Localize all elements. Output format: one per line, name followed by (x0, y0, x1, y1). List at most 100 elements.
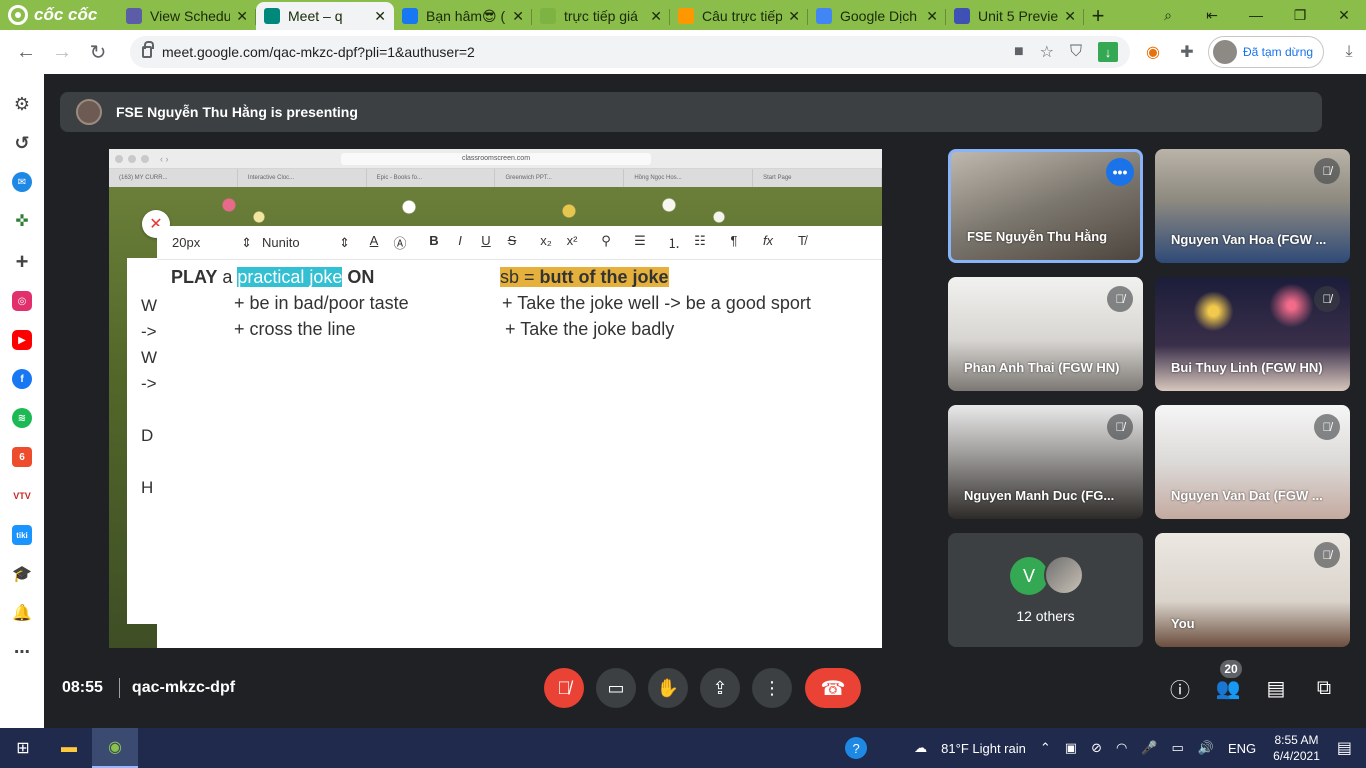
search-tabs-icon[interactable]: ⌕ (1146, 0, 1190, 30)
vtv-go-icon[interactable]: VTV (12, 486, 32, 506)
history-icon[interactable]: ↺ (12, 133, 32, 153)
tab-close-icon[interactable]: ✕ (1064, 8, 1076, 25)
participant-tile[interactable]: You 🎙̸ (1155, 533, 1350, 647)
more-options-dots-icon[interactable]: ••• (1106, 158, 1134, 186)
facebook-icon[interactable]: f (12, 369, 32, 389)
camera-icon[interactable]: ■ (1014, 43, 1024, 61)
notification-bell-icon[interactable]: 🔔 (12, 603, 32, 623)
clock[interactable]: 8:55 AM 6/4/2021 (1273, 732, 1320, 764)
instagram-icon[interactable]: ◎ (12, 291, 32, 311)
others-tile[interactable]: V 12 others (948, 533, 1143, 647)
mic-off-button[interactable]: 🎙̸ (544, 668, 584, 708)
wifi-icon[interactable]: ◠ (1116, 740, 1127, 756)
tab-close-icon[interactable]: ✕ (374, 8, 386, 25)
browser-tab[interactable]: Meet – q ✕ (256, 2, 394, 30)
participant-tile[interactable]: Phan Anh Thai (FGW HN) 🎙̸ (948, 277, 1143, 391)
participant-tile[interactable]: Nguyen Van Hoa (FGW ... 🎙̸ (1155, 149, 1350, 263)
tab-close-icon[interactable]: ✕ (788, 8, 800, 25)
link-icon[interactable]: ⚲ (598, 233, 614, 252)
activities-icon[interactable]: ⧉ (1310, 674, 1338, 702)
browser-tab[interactable]: View Schedu ✕ (118, 2, 256, 30)
mic-tray-icon[interactable]: 🎤 (1141, 740, 1157, 756)
bold-icon[interactable]: B (426, 233, 442, 252)
messenger-icon[interactable]: ✉ (12, 172, 32, 192)
camera-tray-icon[interactable]: ⊘ (1091, 740, 1102, 756)
numbered-list-icon[interactable]: ⒈ (666, 233, 682, 252)
language-indicator[interactable]: ENG (1228, 741, 1256, 756)
font-size-select[interactable]: 20px ⇕ (172, 235, 252, 251)
leave-call-button[interactable]: ☎ (805, 668, 861, 708)
people-icon[interactable]: 👥 (1214, 674, 1242, 702)
bookmark-star-icon[interactable]: ☆ (1040, 42, 1054, 62)
tab-close-icon[interactable]: ✕ (926, 8, 938, 25)
settings-gear-icon[interactable]: ⚙ (12, 94, 32, 114)
spotify-icon[interactable]: ≋ (12, 408, 32, 428)
more-options-icon[interactable]: ⋯ (12, 642, 32, 662)
tiki-icon[interactable]: tiki (12, 525, 32, 545)
shield-icon[interactable]: ⛉ (1070, 43, 1082, 61)
show-hidden-icons[interactable]: ⌃ (1040, 740, 1051, 756)
strikethrough-icon[interactable]: S (504, 233, 520, 252)
file-explorer-icon[interactable]: ▬ (46, 728, 92, 768)
meet-tray-icon[interactable]: ▣ (1065, 740, 1077, 756)
participant-tile[interactable]: Bui Thuy Linh (FGW HN) 🎙̸ (1155, 277, 1350, 391)
extensions-puzzle-icon[interactable]: ✚ (1176, 41, 1198, 63)
notifications-icon[interactable]: ▤ (1337, 738, 1352, 758)
download-extension-icon[interactable]: ↓ (1098, 42, 1118, 62)
reload-button[interactable]: ↻ (80, 34, 116, 70)
clear-format-icon[interactable]: T̸ (794, 233, 810, 252)
highlight-color-icon[interactable]: Ⓐ (392, 233, 408, 252)
tab-close-icon[interactable]: ✕ (650, 8, 662, 25)
back-button[interactable]: ← (8, 34, 44, 70)
chrome-extension-icon[interactable]: ◉ (1142, 41, 1164, 63)
bullet-list-icon[interactable]: ☷ (692, 233, 708, 252)
camera-button[interactable]: ▭ (596, 668, 636, 708)
subscript-icon[interactable]: x₂ (538, 233, 554, 252)
browser-tab[interactable]: Unit 5 Previe ✕ (946, 2, 1084, 30)
tab-close-icon[interactable]: ✕ (512, 8, 524, 25)
back-arrow-icon[interactable]: ⇤ (1190, 0, 1234, 30)
close-window-button[interactable]: ✕ (1322, 0, 1366, 30)
more-options-button[interactable]: ⋮ (752, 668, 792, 708)
raise-hand-button[interactable]: ✋ (648, 668, 688, 708)
downloads-icon[interactable]: ⤓ (1338, 41, 1360, 63)
restore-button[interactable]: ❐ (1278, 0, 1322, 30)
coccoc-taskbar-icon[interactable]: ◉ (92, 728, 138, 768)
participant-tile[interactable]: Nguyen Manh Duc (FG... 🎙̸ (948, 405, 1143, 519)
chat-icon[interactable]: ▤ (1262, 674, 1290, 702)
battery-icon[interactable]: ▭ (1172, 740, 1184, 756)
browser-tab[interactable]: trực tiếp giá ✕ (532, 2, 670, 30)
text-note[interactable]: PLAY a practical joke ON + be in bad/poo… (157, 260, 882, 648)
education-cap-icon[interactable]: 🎓 (12, 564, 32, 584)
game-controller-icon[interactable]: ✜ (12, 211, 32, 231)
tab-close-icon[interactable]: ✕ (236, 8, 248, 25)
new-tab-button[interactable]: + (1084, 2, 1112, 30)
minimize-button[interactable]: — (1234, 0, 1278, 30)
formula-icon[interactable]: fx (760, 233, 776, 252)
browser-tab[interactable]: Câu trực tiếp ✕ (670, 2, 808, 30)
add-shortcut-icon[interactable]: + (12, 249, 32, 274)
superscript-icon[interactable]: x² (564, 233, 580, 252)
forward-button[interactable]: → (44, 34, 80, 70)
address-bar[interactable]: meet.google.com/qac-mkzc-dpf?pli=1&authu… (130, 36, 1130, 68)
text-direction-icon[interactable]: ¶ (726, 233, 742, 252)
shopee-icon[interactable]: 6 (12, 447, 32, 467)
present-screen-button[interactable]: ⇪ (700, 668, 740, 708)
participant-tile[interactable]: FSE Nguyễn Thu Hằng ••• (948, 149, 1143, 263)
profile-paused-button[interactable]: Đã tạm dừng (1208, 36, 1325, 68)
youtube-icon[interactable]: ▶ (12, 330, 32, 350)
text-color-icon[interactable]: A (366, 233, 382, 252)
meeting-details-icon[interactable]: ⓘ (1166, 674, 1194, 702)
browser-tab[interactable]: Bạn hâm😎 (✕ (394, 2, 532, 30)
windows-start-icon[interactable]: ⊞ (0, 728, 46, 768)
coccoc-menu-button[interactable]: cốc cốc (0, 0, 118, 30)
participant-tile[interactable]: Nguyen Van Dat (FGW ... 🎙̸ (1155, 405, 1350, 519)
help-icon[interactable]: ? (845, 737, 868, 759)
volume-icon[interactable]: 🔊 (1198, 740, 1214, 756)
italic-icon[interactable]: I (452, 233, 468, 252)
underline-icon[interactable]: U (478, 233, 494, 252)
browser-tab[interactable]: Google Dịch ✕ (808, 2, 946, 30)
font-family-select[interactable]: Nunito ⇕ (262, 235, 350, 251)
weather-text[interactable]: 81°F Light rain (941, 741, 1026, 756)
align-icon[interactable]: ☰ (632, 233, 648, 252)
